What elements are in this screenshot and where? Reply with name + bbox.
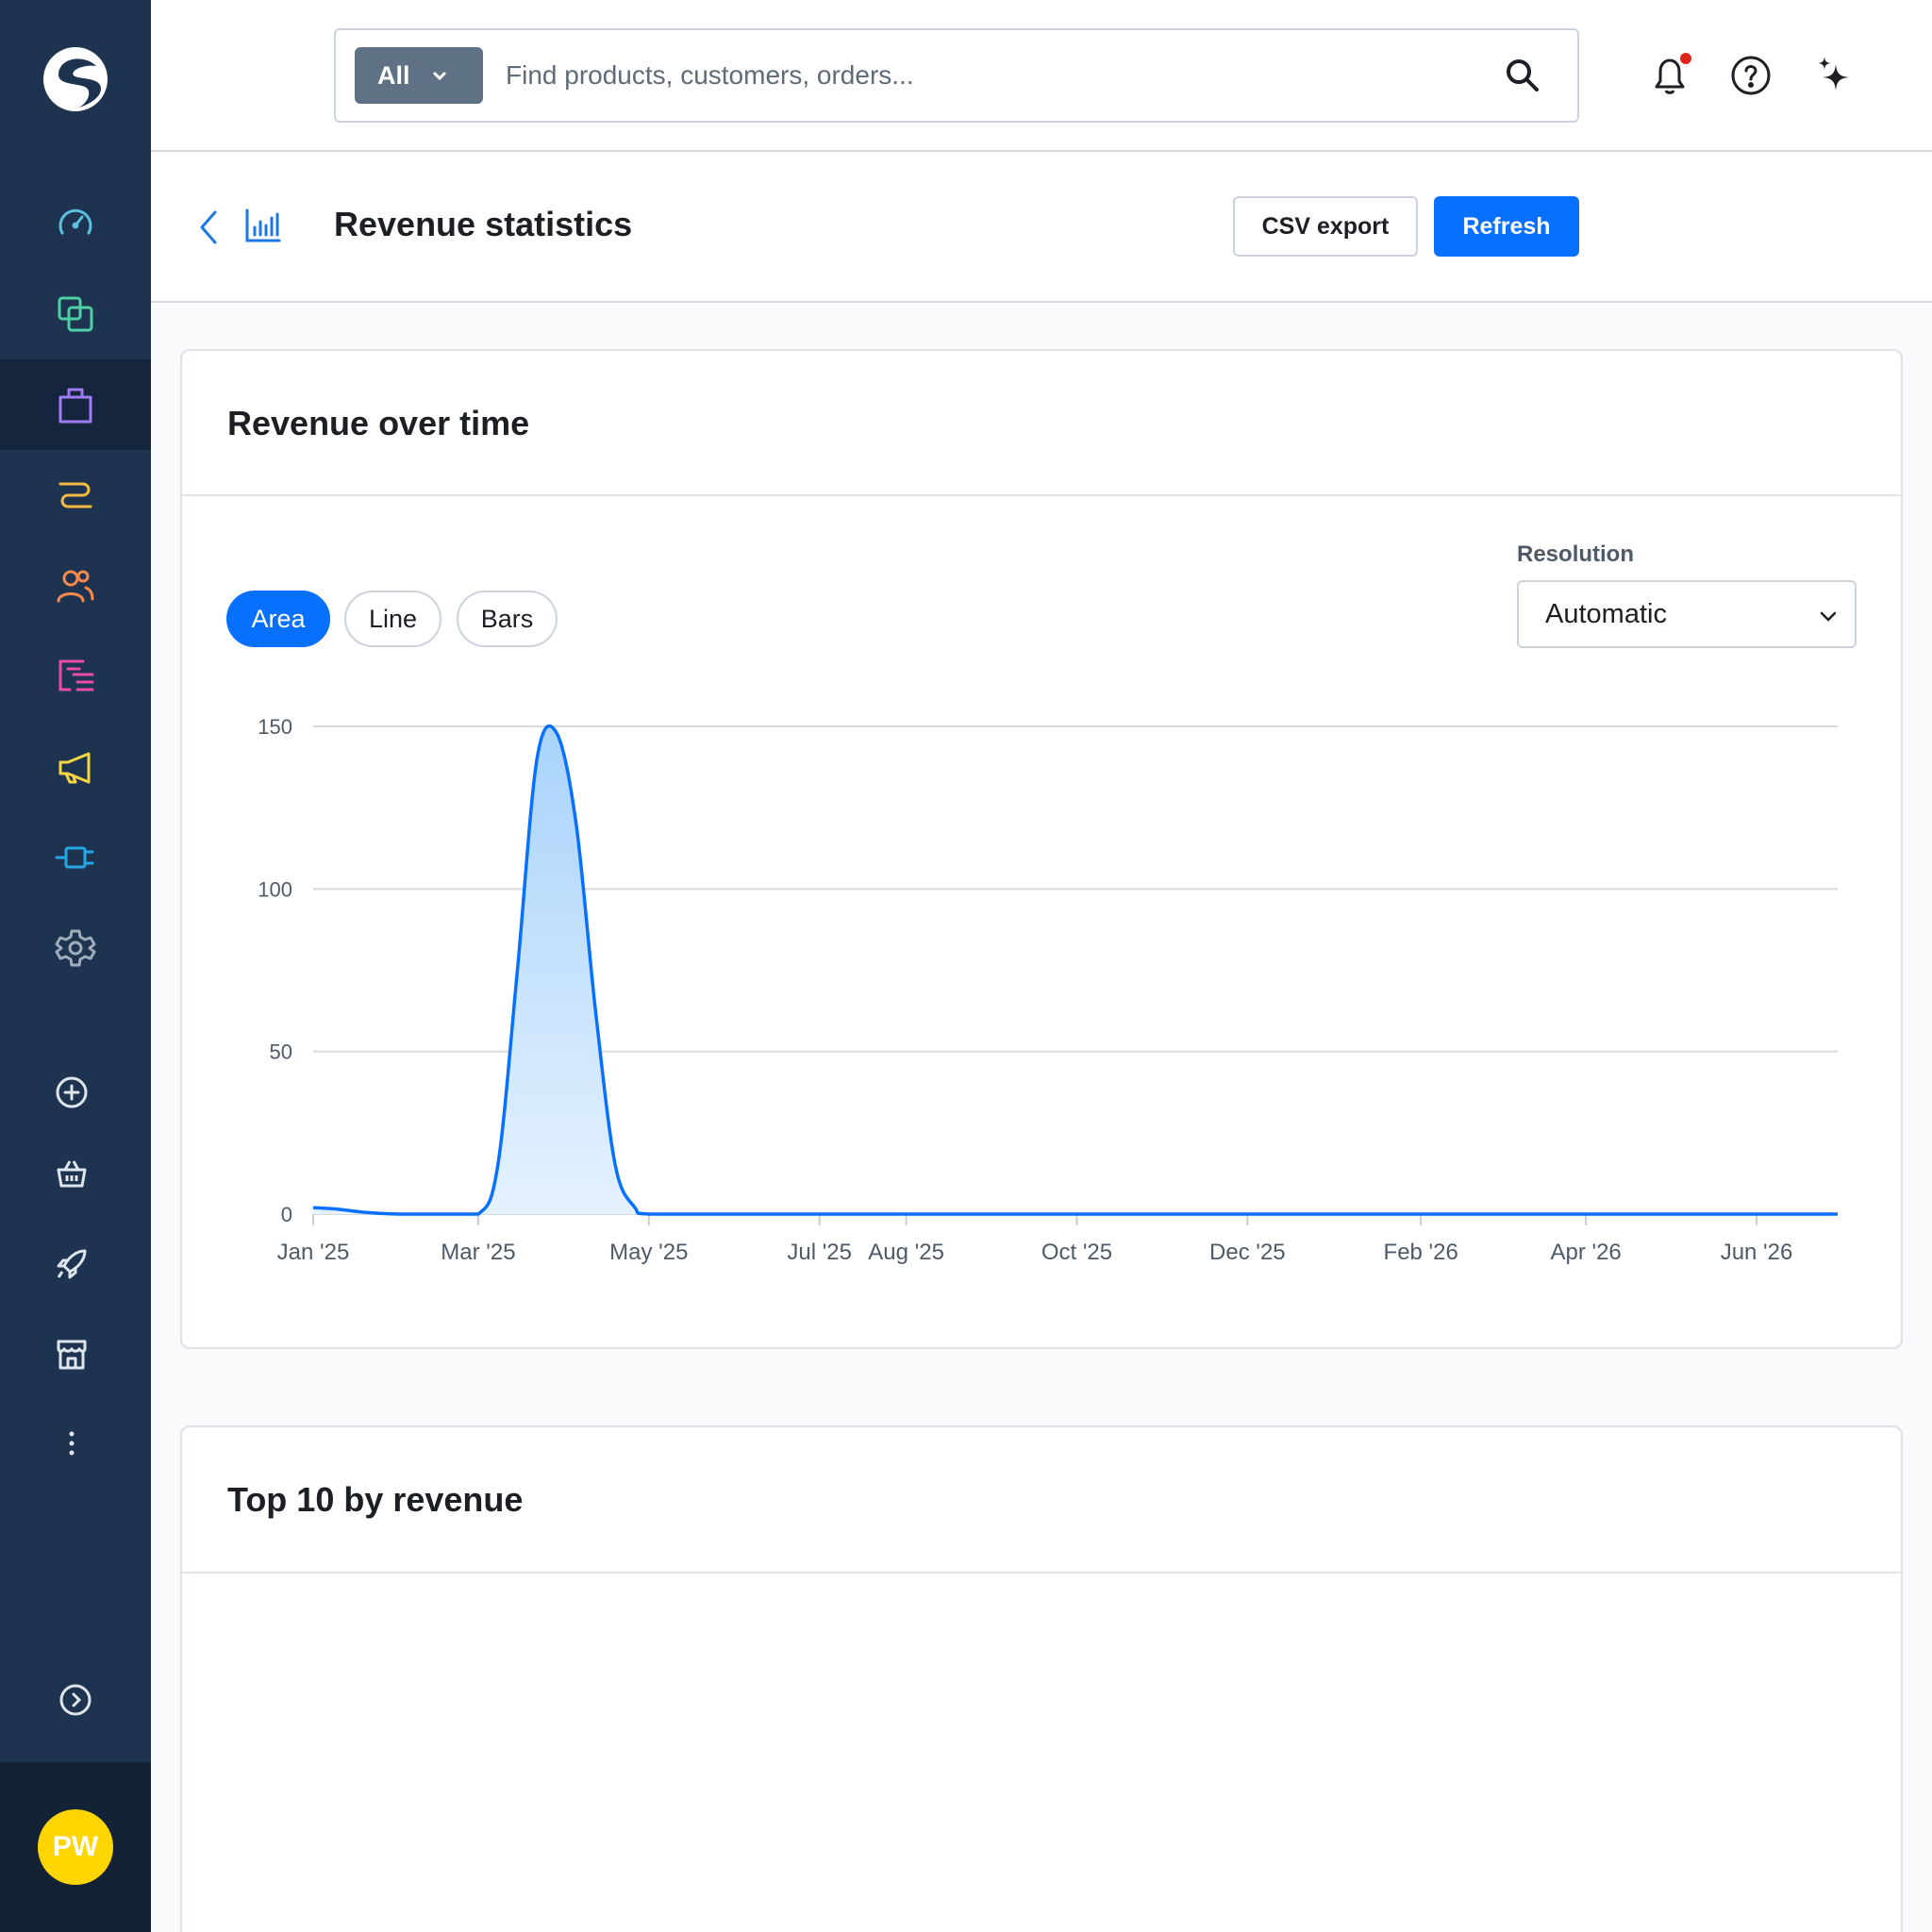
marketing-megaphone-icon [58,752,91,784]
sidebar-item-store[interactable] [0,1309,147,1400]
y-tick-label: 50 [270,1041,292,1064]
y-tick-label: 150 [258,715,292,739]
x-tick-label: Oct '25 [1041,1240,1112,1265]
sidebar-item-customers[interactable] [0,450,151,541]
sidebar-item-extensions[interactable] [0,812,151,903]
extensions-plug-icon [55,846,94,869]
sidebar-item-users[interactable] [0,541,151,631]
sidebar-item-add[interactable] [0,1047,147,1138]
sidebar-item-rocket[interactable] [0,1219,147,1309]
resolution-select[interactable]: Automatic [1517,580,1857,648]
top-10-revenue-card: Top 10 by revenue [180,1425,1903,1932]
revenue-card-title: Revenue over time [227,404,530,442]
x-tick-label: Jan '25 [277,1240,350,1265]
tab-bars[interactable]: Bars [457,591,558,647]
notification-badge [1680,53,1691,64]
rocket-icon [57,1249,87,1279]
more-vertical-icon [69,1431,75,1456]
tab-line[interactable]: Line [344,591,441,647]
x-tick-label: May '25 [609,1240,688,1265]
sidebar-more-menu[interactable] [0,1398,147,1489]
help-icon[interactable] [1728,53,1774,98]
search-icon[interactable] [1504,57,1541,94]
x-tick-label: Jul '25 [787,1240,852,1265]
x-tick-label: Dec '25 [1209,1240,1286,1265]
global-search: All [334,28,1579,123]
sidebar-item-catalogues[interactable] [0,269,151,359]
search-scope-label: All [377,60,410,90]
resolution-label: Resolution [1517,541,1634,567]
csv-export-button[interactable]: CSV export [1233,196,1418,257]
x-tick-label: Mar '25 [441,1240,515,1265]
tab-area[interactable]: Area [226,591,330,647]
main-sidebar: PW [0,0,151,1932]
card-divider [182,494,1901,496]
x-tick-label: Aug '25 [868,1240,944,1265]
orders-bag-icon [58,388,92,424]
card-divider [182,1572,1901,1574]
x-tick-label: Jun '26 [1721,1240,1793,1265]
page-title: Revenue statistics [334,205,633,243]
search-scope-dropdown[interactable]: All [355,47,483,104]
back-chevron-icon[interactable] [192,207,226,248]
page-header: Revenue statistics CSV export Refresh [151,152,1932,303]
customers-route-icon [58,482,92,508]
shopware-logo-icon[interactable] [42,45,109,113]
sidebar-item-orders[interactable] [0,359,151,450]
dashboard-icon [58,208,92,235]
plus-circle-icon [56,1076,88,1108]
chevron-down-icon [1820,611,1837,622]
sidebar-item-basket[interactable] [0,1128,147,1219]
revenue-area-chart: 0 50 100 150 Jan '25 Mar '25 May '25 Jul '25 Aug… [258,715,1838,1265]
x-tick-label: Feb '26 [1384,1240,1458,1265]
content-icon [58,659,94,691]
search-input[interactable] [506,47,1449,104]
statistics-bar-chart-icon [245,208,281,242]
storefront-icon [57,1340,87,1370]
ai-sparkle-icon[interactable] [1811,53,1857,98]
sidebar-item-marketing[interactable] [0,722,151,812]
users-icon [57,570,94,603]
sidebar-item-settings[interactable] [0,903,151,993]
chevron-down-icon [433,72,446,81]
y-tick-label: 0 [281,1203,292,1226]
sidebar-expand-toggle[interactable] [0,1655,151,1745]
user-avatar[interactable]: PW [38,1809,113,1885]
resolution-value: Automatic [1545,598,1667,629]
top-bar: All [151,0,1932,152]
revenue-area-fill [313,725,1838,1214]
catalogue-icon [58,296,93,332]
sidebar-item-dashboard[interactable] [0,178,151,269]
chevron-right-circle-icon [59,1684,92,1716]
settings-gear-icon [55,929,96,967]
basket-icon [57,1160,87,1188]
top10-card-title: Top 10 by revenue [227,1480,524,1519]
y-tick-label: 100 [258,877,292,901]
refresh-button[interactable]: Refresh [1434,196,1579,257]
x-tick-label: Apr '26 [1550,1240,1621,1265]
sidebar-item-content[interactable] [0,631,151,722]
